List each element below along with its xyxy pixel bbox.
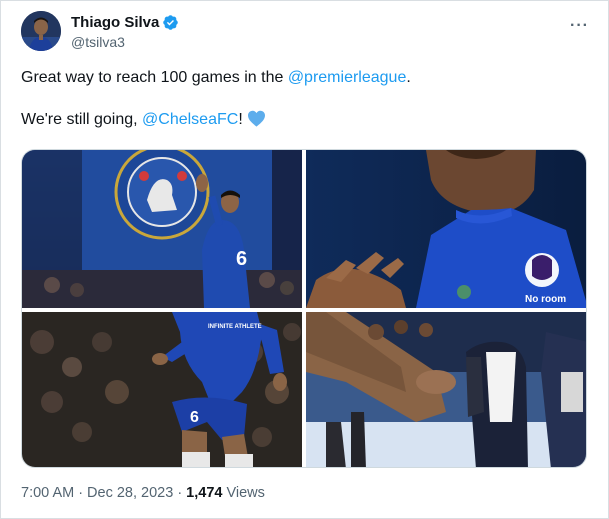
tweet-time[interactable]: 7:00 AM (21, 485, 74, 501)
views-label: Views (226, 485, 265, 501)
sleeve-text: INFINITE ATHLETE (208, 324, 262, 330)
display-name[interactable]: Thiago Silva (71, 14, 159, 31)
verified-badge-icon (162, 14, 179, 31)
name-line: Thiago Silva (71, 14, 179, 31)
user-handle[interactable]: @tsilva3 (71, 34, 125, 50)
tweet-line-2-prefix: We're still going, (21, 111, 143, 128)
meta-separator: · (78, 485, 84, 501)
tweet-meta: 7:00 AM · Dec 28, 2023 · 1,474 Views (21, 485, 265, 501)
more-options-icon[interactable]: ··· (570, 17, 589, 35)
mention-chelseafc[interactable]: @ChelseaFC (142, 111, 238, 128)
tweet-line-2-suffix: ! (238, 111, 243, 128)
media-grid: 6 No room 6 INFINITE ATHLETE (21, 149, 587, 468)
tweet-line-1-prefix: Great way to reach 100 games in the (21, 69, 288, 86)
avatar[interactable] (21, 11, 61, 51)
photo-handshake-line[interactable] (306, 312, 586, 467)
tweet-line-2: We're still going, @ChelseaFC! (21, 109, 581, 134)
tweet-line-1-suffix: . (406, 69, 411, 86)
photo-walking-number-6[interactable]: 6 INFINITE ATHLETE (22, 312, 302, 467)
photo-closeup-badge[interactable]: No room (306, 150, 586, 308)
tweet-line-1: Great way to reach 100 games in the @pre… (21, 67, 581, 89)
tweet-date[interactable]: Dec 28, 2023 (87, 485, 173, 501)
tweet-header: Thiago Silva @tsilva3 ··· (21, 11, 591, 53)
photo-clapping-before-crest-flag[interactable]: 6 (22, 150, 302, 308)
shirt-number: 6 (236, 248, 247, 270)
sponsor-text: No room (525, 294, 566, 305)
tweet-text: Great way to reach 100 games in the @pre… (21, 67, 581, 134)
blue-heart-icon (247, 110, 266, 134)
profile-photo-icon (21, 11, 61, 51)
mention-premierleague[interactable]: @premierleague (288, 69, 407, 86)
shirt-number: 6 (190, 409, 199, 426)
tweet-card: Thiago Silva @tsilva3 ··· Great way to r… (0, 0, 609, 519)
meta-separator: · (177, 485, 183, 501)
views-count: 1,474 (186, 485, 223, 501)
